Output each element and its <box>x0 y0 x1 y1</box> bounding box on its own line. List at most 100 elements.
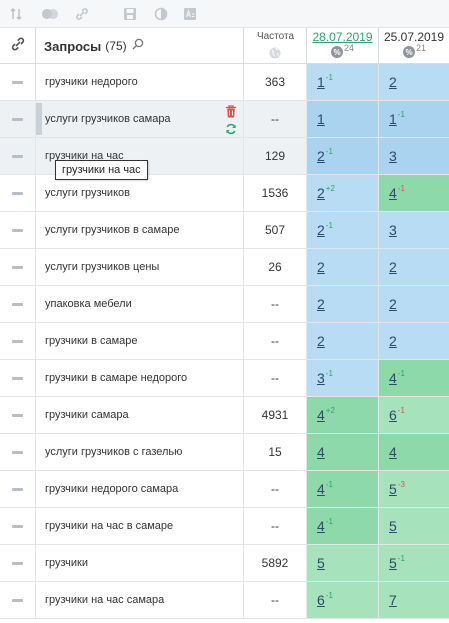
position-link[interactable]: 5 <box>389 555 397 571</box>
row-link-cell[interactable] <box>0 545 36 581</box>
position-link[interactable]: 4 <box>389 444 397 460</box>
row-link-cell[interactable] <box>0 138 36 174</box>
contrast-icon[interactable] <box>153 6 169 22</box>
position-link[interactable]: 1 <box>317 74 325 90</box>
position-link[interactable]: 2 <box>317 148 325 164</box>
position-link[interactable]: 2 <box>317 185 325 201</box>
table-row[interactable]: услуги грузчиков цены 26 2 2 <box>0 249 449 286</box>
query-text[interactable]: грузчики недорого <box>36 64 244 100</box>
position-cell-2[interactable]: 3 <box>379 138 449 174</box>
row-link-cell[interactable] <box>0 397 36 433</box>
position-link[interactable]: 4 <box>317 444 325 460</box>
table-row[interactable]: грузчики недорого самара -- 4 -1 5 -3 <box>0 471 449 508</box>
position-link[interactable]: 4 <box>317 518 325 534</box>
date-label[interactable]: 28.07.2019 <box>307 30 378 44</box>
row-link-cell[interactable] <box>0 64 36 100</box>
position-cell-2[interactable]: 3 <box>379 212 449 248</box>
position-link[interactable]: 5 <box>389 518 397 534</box>
position-link[interactable]: 5 <box>389 481 397 497</box>
row-link-cell[interactable] <box>0 434 36 470</box>
position-cell-1[interactable]: 4 +2 <box>307 397 379 433</box>
position-cell-1[interactable]: 3 -1 <box>307 360 379 396</box>
table-row[interactable]: услуги грузчиков в самаре 507 2 -1 3 <box>0 212 449 249</box>
position-link[interactable]: 3 <box>317 370 325 386</box>
position-cell-1[interactable]: 4 -1 <box>307 471 379 507</box>
position-cell-1[interactable]: 6 -1 <box>307 582 379 618</box>
query-text[interactable]: упаковка мебели <box>36 286 244 322</box>
position-cell-1[interactable]: 2 -1 <box>307 212 379 248</box>
position-link[interactable]: 4 <box>389 370 397 386</box>
position-link[interactable]: 4 <box>317 481 325 497</box>
row-link-cell[interactable] <box>0 323 36 359</box>
position-cell-2[interactable]: 5 <box>379 508 449 544</box>
position-link[interactable]: 3 <box>389 148 397 164</box>
position-cell-2[interactable]: 1 -1 <box>379 101 449 137</box>
position-cell-2[interactable]: 4 -1 <box>379 175 449 211</box>
row-link-cell[interactable] <box>0 471 36 507</box>
position-cell-2[interactable]: 4 -1 <box>379 360 449 396</box>
position-link[interactable]: 2 <box>389 333 397 349</box>
position-link[interactable]: 1 <box>389 111 397 127</box>
position-cell-2[interactable]: 4 <box>379 434 449 470</box>
position-cell-2[interactable]: 2 <box>379 286 449 322</box>
row-link-cell[interactable] <box>0 508 36 544</box>
table-row[interactable]: грузчики недорого 363 1 -1 2 <box>0 64 449 101</box>
position-link[interactable]: 2 <box>389 259 397 275</box>
position-link[interactable]: 6 <box>389 407 397 423</box>
sort-icon[interactable] <box>8 6 24 22</box>
position-link[interactable]: 2 <box>317 333 325 349</box>
position-cell-2[interactable]: 2 <box>379 323 449 359</box>
row-link-cell[interactable] <box>0 286 36 322</box>
table-row[interactable]: грузчики самара 4931 4 +2 6 -1 <box>0 397 449 434</box>
table-row[interactable]: услуги грузчиков самара -- 1 1 -1 <box>0 101 449 138</box>
position-cell-1[interactable]: 2 <box>307 323 379 359</box>
position-cell-1[interactable]: 4 <box>307 434 379 470</box>
position-link[interactable]: 5 <box>317 555 325 571</box>
position-cell-1[interactable]: 1 -1 <box>307 64 379 100</box>
link-icon[interactable] <box>74 6 90 22</box>
frequency-column-header[interactable]: Частота <box>244 28 307 64</box>
position-link[interactable]: 4 <box>389 185 397 201</box>
query-text[interactable]: услуги грузчиков самара <box>36 101 244 137</box>
date-label[interactable]: 25.07.2019 <box>379 30 449 44</box>
position-link[interactable]: 2 <box>317 296 325 312</box>
text-format-icon[interactable] <box>182 6 198 22</box>
table-row[interactable]: упаковка мебели -- 2 2 <box>0 286 449 323</box>
queries-column-header[interactable]: Запросы (75) <box>36 28 244 64</box>
position-cell-1[interactable]: 2 -1 <box>307 138 379 174</box>
position-cell-1[interactable]: 2 <box>307 249 379 285</box>
table-row[interactable]: услуги грузчиков 1536 2 +2 4 -1 <box>0 175 449 212</box>
table-row[interactable]: грузчики на час в самаре -- 4 -1 5 <box>0 508 449 545</box>
position-link[interactable]: 6 <box>317 592 325 608</box>
position-cell-1[interactable]: 2 <box>307 286 379 322</box>
position-cell-2[interactable]: 2 <box>379 249 449 285</box>
row-link-cell[interactable] <box>0 101 36 137</box>
position-link[interactable]: 2 <box>317 259 325 275</box>
query-text[interactable]: услуги грузчиков цены <box>36 249 244 285</box>
position-cell-2[interactable]: 2 <box>379 64 449 100</box>
query-text[interactable]: грузчики на час самара <box>36 582 244 618</box>
toggle-icon[interactable] <box>42 6 58 22</box>
table-row[interactable]: грузчики в самаре недорого -- 3 -1 4 -1 <box>0 360 449 397</box>
query-text[interactable]: услуги грузчиков <box>36 175 244 211</box>
row-link-cell[interactable] <box>0 175 36 211</box>
position-link[interactable]: 4 <box>317 407 325 423</box>
position-link[interactable]: 7 <box>389 592 397 608</box>
row-link-cell[interactable] <box>0 249 36 285</box>
query-text[interactable]: грузчики самара <box>36 397 244 433</box>
position-cell-1[interactable]: 4 -1 <box>307 508 379 544</box>
table-row[interactable]: грузчики 5892 5 5 -1 <box>0 545 449 582</box>
position-link[interactable]: 1 <box>317 111 325 127</box>
position-link[interactable]: 3 <box>389 222 397 238</box>
drag-handle[interactable] <box>36 103 42 135</box>
position-cell-1[interactable]: 1 <box>307 101 379 137</box>
position-link[interactable]: 2 <box>317 222 325 238</box>
date-column-header-2[interactable]: 25.07.2019 % 21 <box>379 28 449 64</box>
save-icon[interactable] <box>122 6 138 22</box>
position-cell-1[interactable]: 2 +2 <box>307 175 379 211</box>
table-row[interactable]: услуги грузчиков с газелью 15 4 4 <box>0 434 449 471</box>
query-text[interactable]: грузчики на час в самаре <box>36 508 244 544</box>
row-link-cell[interactable] <box>0 212 36 248</box>
query-text[interactable]: грузчики в самаре недорого <box>36 360 244 396</box>
position-cell-2[interactable]: 6 -1 <box>379 397 449 433</box>
